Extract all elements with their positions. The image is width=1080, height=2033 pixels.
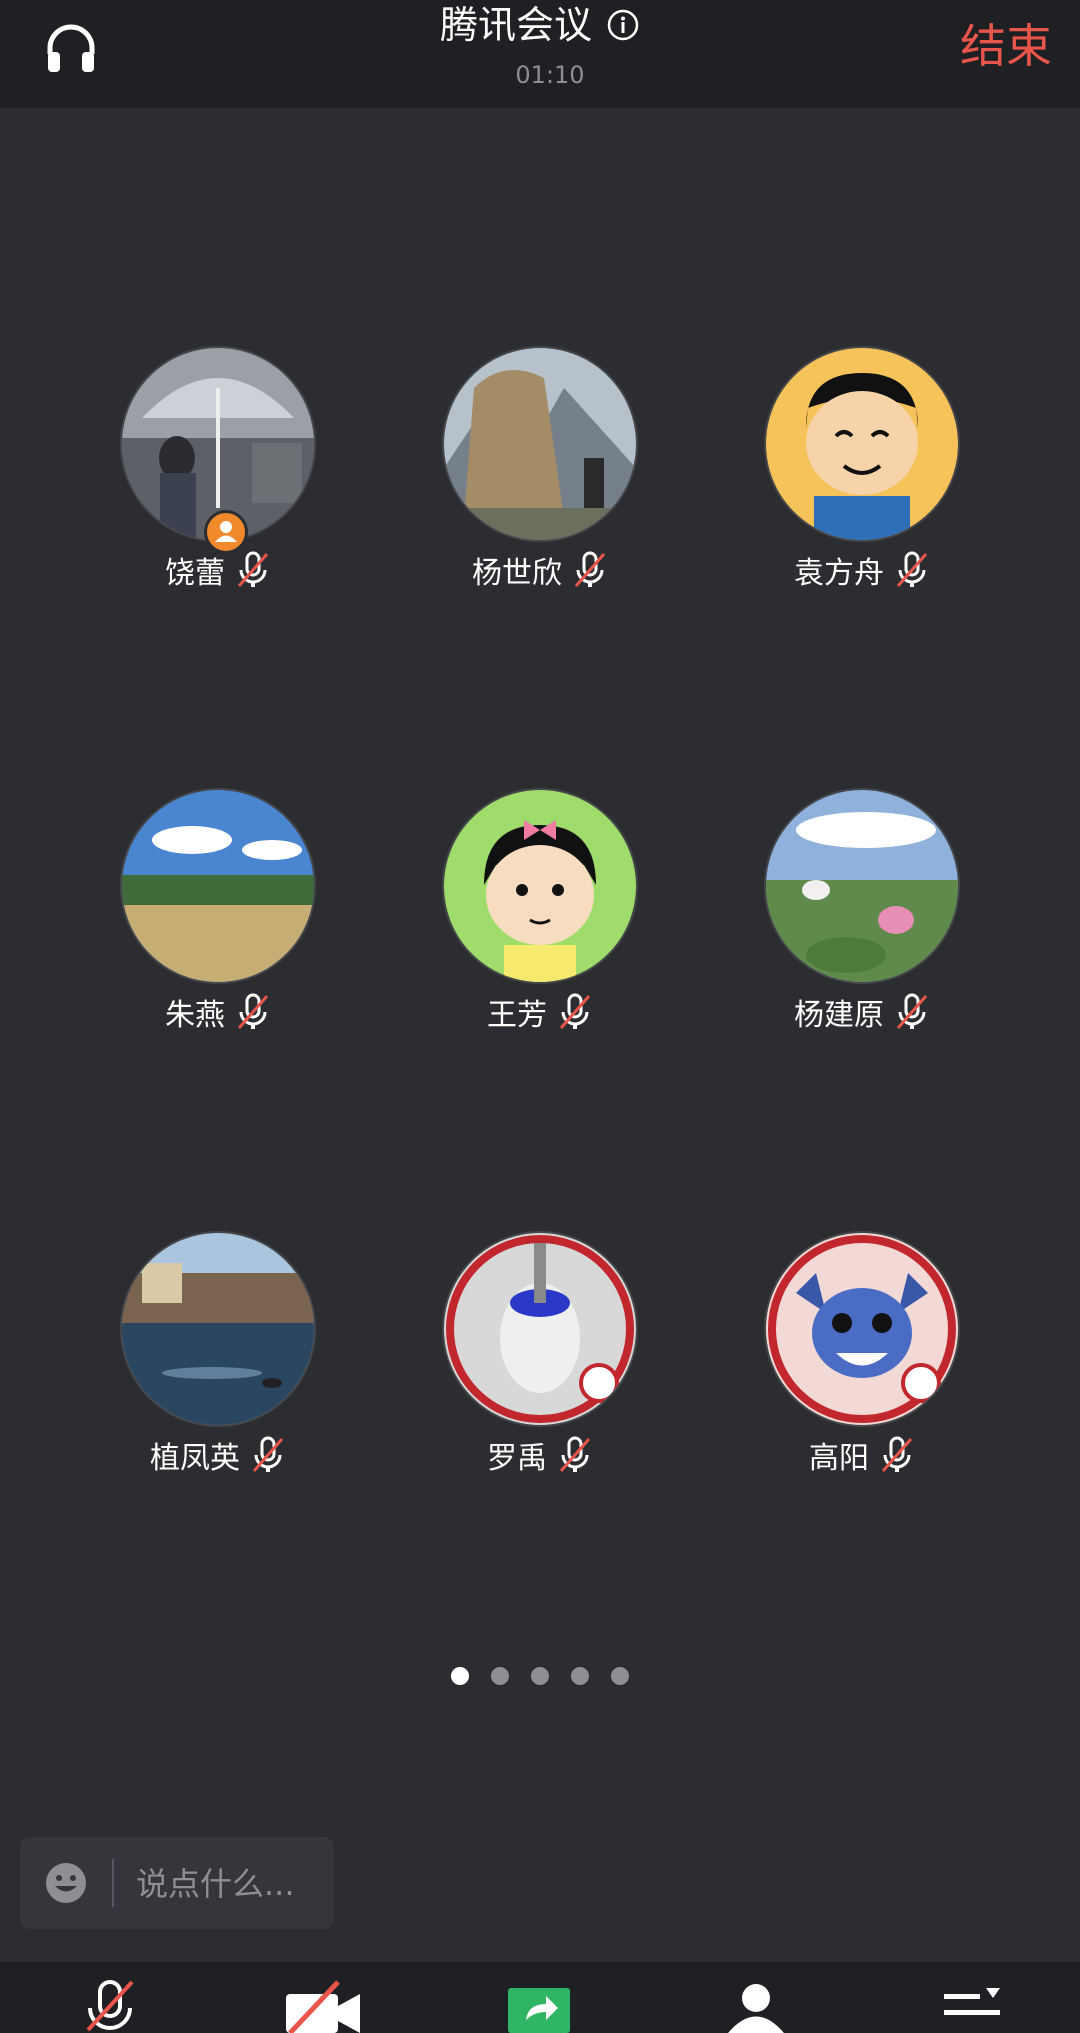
avatar-cartoon-girl bbox=[444, 790, 636, 982]
participant-tile[interactable]: 杨建原 bbox=[712, 790, 1012, 1050]
mic-muted-icon bbox=[896, 551, 928, 587]
participant-tile[interactable]: 杨世欣 bbox=[390, 348, 690, 608]
camera-off-icon[interactable] bbox=[282, 1980, 364, 2033]
participant-tile[interactable]: 朱燕 bbox=[68, 790, 368, 1050]
share-screen-icon[interactable] bbox=[506, 1980, 572, 2033]
host-badge bbox=[204, 510, 248, 554]
mic-muted-icon[interactable] bbox=[82, 1980, 138, 2033]
mic-muted-icon bbox=[237, 993, 269, 1029]
host-icon bbox=[215, 521, 237, 542]
avatar-photo-field bbox=[122, 790, 314, 982]
more-menu-icon[interactable] bbox=[942, 1980, 1002, 2033]
participant-name: 杨建原 bbox=[794, 998, 884, 1033]
participant-tile[interactable]: 高阳 bbox=[712, 1233, 1012, 1493]
participant-tile[interactable]: 袁方舟 bbox=[712, 348, 1012, 608]
mic-muted-icon bbox=[896, 993, 928, 1029]
participant-name: 罗禹 bbox=[487, 1441, 547, 1476]
participant-grid: 饶蕾 杨世欣 袁方舟 朱燕 王芳 杨建原 植凤英 罗禹 高阳 bbox=[0, 0, 1080, 1600]
page-dot[interactable] bbox=[491, 1667, 509, 1685]
mic-muted-icon bbox=[574, 551, 606, 587]
chat-divider bbox=[112, 1859, 114, 1907]
participant-tile[interactable]: 罗禹 bbox=[390, 1233, 690, 1493]
page-dot[interactable] bbox=[531, 1667, 549, 1685]
participant-name-row: 杨世欣 bbox=[390, 550, 690, 594]
avatar bbox=[122, 790, 314, 982]
mic-muted-icon bbox=[559, 993, 591, 1029]
avatar bbox=[766, 348, 958, 540]
avatar-photo-rock bbox=[444, 348, 636, 540]
emoji-icon[interactable] bbox=[44, 1861, 88, 1905]
page-dot[interactable] bbox=[571, 1667, 589, 1685]
participant-name-row: 罗禹 bbox=[390, 1435, 690, 1479]
avatar bbox=[444, 1233, 636, 1425]
participant-name-row: 高阳 bbox=[712, 1435, 1012, 1479]
avatar-illustration-head bbox=[444, 1233, 636, 1425]
participant-name: 饶蕾 bbox=[165, 556, 225, 591]
participant-name: 朱燕 bbox=[165, 998, 225, 1033]
participant-name: 杨世欣 bbox=[472, 556, 562, 591]
mic-muted-icon bbox=[559, 1436, 591, 1472]
page-dot[interactable] bbox=[451, 1667, 469, 1685]
avatar bbox=[766, 790, 958, 982]
mic-muted-icon bbox=[252, 1436, 284, 1472]
avatar-cartoon-stitch bbox=[766, 1233, 958, 1425]
avatar-photo-lake bbox=[122, 1233, 314, 1425]
mic-muted-icon bbox=[881, 1436, 913, 1472]
avatar bbox=[444, 348, 636, 540]
avatar-cartoon-boy bbox=[766, 348, 958, 540]
participant-tile[interactable]: 植凤英 bbox=[68, 1233, 368, 1493]
avatar-photo-lotus bbox=[766, 790, 958, 982]
participant-name-row: 杨建原 bbox=[712, 992, 1012, 1036]
avatar bbox=[444, 790, 636, 982]
participants-icon[interactable] bbox=[720, 1980, 792, 2033]
participant-name-row: 植凤英 bbox=[68, 1435, 368, 1479]
page-dot[interactable] bbox=[611, 1667, 629, 1685]
participant-name: 袁方舟 bbox=[794, 556, 884, 591]
participant-tile[interactable]: 饶蕾 bbox=[68, 348, 368, 608]
mic-muted-icon bbox=[237, 551, 269, 587]
participant-name-row: 饶蕾 bbox=[68, 550, 368, 594]
participant-name-row: 王芳 bbox=[390, 992, 690, 1036]
participant-name-row: 朱燕 bbox=[68, 992, 368, 1036]
participant-name: 王芳 bbox=[487, 998, 547, 1033]
meeting-screen: 腾讯会议 01:10 结束 饶蕾 杨世欣 袁方舟 朱燕 王芳 杨建原 植凤英 罗… bbox=[0, 0, 1080, 2033]
page-indicator bbox=[0, 1667, 1080, 1691]
participant-tile[interactable]: 王芳 bbox=[390, 790, 690, 1050]
avatar bbox=[766, 1233, 958, 1425]
participant-name: 植凤英 bbox=[150, 1441, 240, 1476]
participant-name-row: 袁方舟 bbox=[712, 550, 1012, 594]
participant-name: 高阳 bbox=[809, 1441, 869, 1476]
chat-input[interactable] bbox=[134, 1857, 328, 1911]
chat-input-box bbox=[20, 1837, 334, 1929]
bottom-toolbar bbox=[0, 1962, 1080, 2033]
avatar bbox=[122, 1233, 314, 1425]
